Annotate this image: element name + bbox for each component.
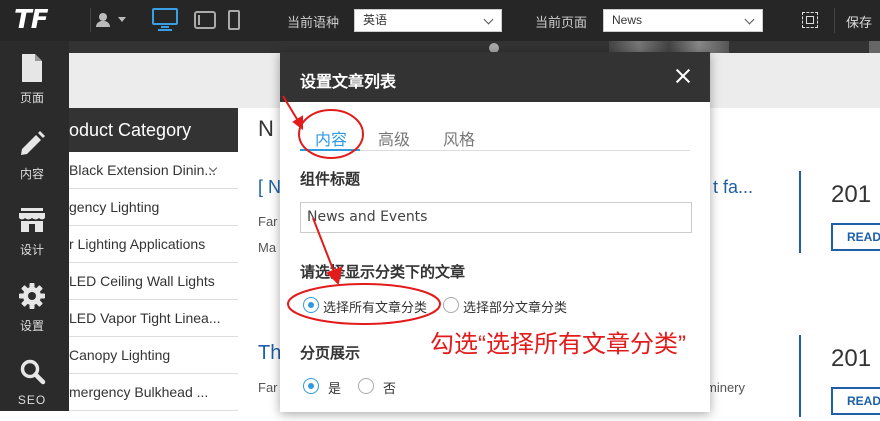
category-section-label: 请选择显示分类下的文章 [300, 264, 466, 281]
sidebar-item-seo[interactable]: SEO [0, 345, 69, 421]
logo: TF [14, 5, 49, 35]
sidebar-item-settings[interactable]: 设置 [0, 269, 69, 345]
language-select-value: 英语 [363, 13, 388, 27]
sidebar-item-label: 设计 [19, 243, 44, 257]
date-year: 201 [831, 181, 872, 208]
radio-pagination-no-label[interactable]: 否 [383, 378, 396, 397]
news-excerpt: Far [258, 380, 278, 395]
tablet-view-icon[interactable] [194, 11, 216, 29]
dialog-header: 设置文章列表 [280, 52, 710, 102]
search-icon [20, 359, 46, 385]
chevron-down-icon [744, 14, 755, 25]
date-panel: 201 READ [799, 171, 880, 253]
category-list: Black Extension Dinin... gency Lighting … [69, 152, 238, 411]
list-item[interactable]: LED Ceiling Wall Lights [69, 263, 238, 300]
list-item[interactable]: Canopy Lighting [69, 337, 238, 374]
news-excerpt: Ma [258, 240, 277, 255]
radio-all-categories[interactable] [303, 297, 319, 313]
news-excerpt: Far [258, 214, 278, 229]
sidebar: 页面 内容 设计 设置 SEO [0, 41, 69, 411]
store-icon [19, 208, 45, 232]
list-item[interactable]: r Lighting Applications [69, 226, 238, 263]
pagination-label: 分页展示 [300, 345, 361, 362]
mobile-view-icon[interactable] [228, 10, 240, 30]
divider [834, 8, 835, 33]
sidebar-item-design[interactable]: 设计 [0, 193, 69, 269]
page-select[interactable]: News [603, 9, 763, 32]
category-title: oduct Category [69, 108, 238, 152]
annotation-text: 勾选“选择所有文章分类” [430, 331, 686, 358]
news-link[interactable]: t fa... [713, 177, 753, 198]
tab-style[interactable]: 风格 [443, 126, 475, 150]
gear-icon [19, 283, 45, 309]
news-link[interactable]: Th [258, 342, 281, 365]
tab-advanced[interactable]: 高级 [378, 126, 410, 150]
desktop-view-icon[interactable] [152, 8, 182, 32]
date-year: 201 [831, 345, 872, 372]
user-icon [99, 13, 107, 21]
close-icon[interactable] [674, 67, 692, 85]
radio-some-categories[interactable] [443, 297, 459, 313]
component-title-label: 组件标题 [300, 171, 361, 188]
caret-down-icon [118, 17, 126, 22]
list-item[interactable]: LED Vapor Tight Linea... [69, 300, 238, 337]
user-menu-button[interactable] [90, 8, 131, 32]
chevron-down-icon [483, 14, 494, 25]
sidebar-item-label: 页面 [19, 91, 44, 105]
dialog-title: 设置文章列表 [300, 74, 397, 91]
list-item[interactable]: mergency Bulkhead ... [69, 374, 238, 411]
radio-pagination-no[interactable] [358, 378, 374, 394]
radio-pagination-yes-label[interactable]: 是 [328, 378, 341, 397]
list-item[interactable]: Black Extension Dinin... [69, 152, 238, 189]
date-panel: 201 READ [799, 335, 880, 417]
news-heading: N [258, 116, 274, 141]
tab-content[interactable]: 内容 [315, 126, 347, 150]
news-link[interactable]: [ N [258, 177, 281, 198]
sidebar-item-page[interactable]: 页面 [0, 41, 69, 117]
language-select[interactable]: 英语 [354, 9, 502, 32]
sidebar-item-label: 内容 [19, 167, 44, 181]
page-select-value: News [612, 13, 643, 27]
top-toolbar: TF 当前语种 英语 当前页面 News 保存 [0, 0, 880, 41]
save-button[interactable]: 保存 [846, 12, 872, 31]
sidebar-item-content[interactable]: 内容 [0, 117, 69, 193]
page-label: 当前页面 [535, 15, 588, 30]
pencil-icon [21, 131, 45, 155]
news-excerpt: minery [706, 380, 746, 395]
radio-some-categories-label[interactable]: 选择部分文章分类 [463, 297, 567, 316]
read-more-button[interactable]: READ [831, 223, 880, 251]
radio-pagination-yes[interactable] [303, 378, 319, 394]
active-tab-indicator [300, 149, 360, 151]
radio-all-categories-label[interactable]: 选择所有文章分类 [323, 297, 427, 316]
sidebar-item-label: 设置 [19, 319, 44, 333]
select-area-icon[interactable] [800, 10, 822, 30]
component-title-input[interactable]: News and Events [300, 202, 692, 233]
language-label: 当前语种 [287, 15, 340, 30]
sidebar-item-label: SEO [17, 393, 47, 407]
page-icon [22, 54, 42, 82]
list-item[interactable]: gency Lighting [69, 189, 238, 226]
